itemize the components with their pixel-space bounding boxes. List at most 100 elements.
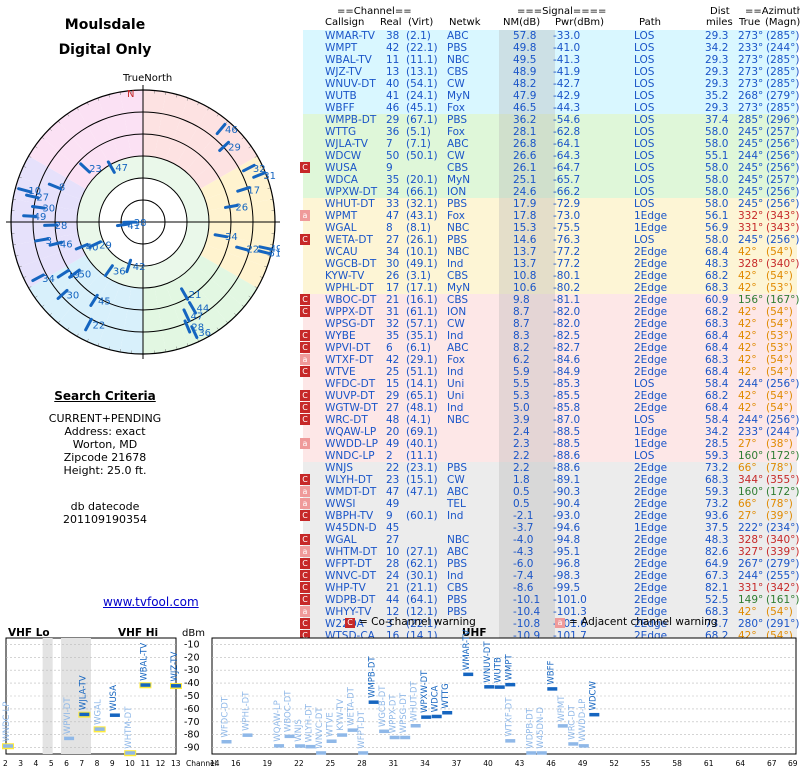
table-row[interactable]: WGAL 8 (8.1) NBC 15.3 -75.5 1Edge 56.9 331° (343°… [303,222,799,234]
spectrum-bar[interactable] [400,735,411,740]
spectrum-bar[interactable] [557,724,568,728]
spectrum-bar[interactable] [284,734,295,739]
spectrum-bar[interactable] [94,727,105,731]
spectrum-bar[interactable] [326,739,337,743]
table-row[interactable]: WNUV-DT 40 (54.1) CW 48.2 -42.7 LOS 29.3 273° (28… [303,78,799,90]
table-row[interactable]: WMAR-TV 38 (2.1) ABC 57.8 -33.0 LOS 29.3 273° (28… [303,30,799,42]
table-row[interactable]: WPHL-DT 17 (17.1) MyN 10.6 -80.2 2Edge 68.3 42° (… [303,282,797,294]
table-row[interactable]: WTTG 36 (5.1) Fox 28.1 -62.8 LOS 58.0 245° (257°) [303,126,799,138]
table-row[interactable]: WJLA-TV 7 (7.1) ABC 26.8 -64.1 LOS 58.0 245° (256… [303,138,799,150]
distance-cell: 28.5 [705,438,729,450]
spectrum-bar[interactable] [463,672,474,677]
magnetic-azimuth-cell: (355°) [766,474,800,486]
table-row[interactable]: WNDC-LP 2 (11.1) 2.2 -88.6 LOS 59.3 160° (172°) [303,450,799,462]
spectrum-bar[interactable] [526,751,537,755]
spectrum-bar[interactable] [505,739,516,743]
noise-margin-cell: 48.9 [513,66,537,78]
table-row[interactable]: WGAL 27 NBC -4.0 -94.8 2Edge 48.3 328° (340°) C [300,534,799,546]
table-row[interactable]: WLYH-DT 23 (15.1) CW 1.8 -89.1 2Edge 68.3 344° (3… [300,474,800,486]
table-row[interactable]: WNVC-DT 24 (30.1) Ind -7.4 -98.3 2Edge 67.3 244°… [300,570,799,582]
table-row[interactable]: WUVP-DT 29 (65.1) Uni 5.3 -85.5 2Edge 68.2 42° (5… [300,390,797,402]
table-row[interactable]: KYW-TV 26 (3.1) CBS 10.8 -80.1 2Edge 68.2 42° (54… [303,270,797,282]
table-row[interactable]: WPMT 47 (43.1) Fox 17.8 -73.0 1Edge 56.1 332° (34… [300,210,799,222]
table-row[interactable]: WFDC-DT 15 (14.1) Uni 5.5 -85.3 LOS 58.4 244° (25… [303,378,799,390]
table-row[interactable]: WYBE 35 (35.1) Ind 8.3 -82.5 2Edge 68.4 42° (53°)… [300,330,797,342]
spectrum-bar[interactable] [547,687,558,691]
spectrum-bar[interactable] [379,729,390,734]
spectrum-bar[interactable] [3,744,13,748]
table-row[interactable]: WFPT-DT 28 (62.1) PBS -6.0 -96.8 2Edge 64.9 267°… [300,558,799,570]
spectrum-bar-label: WPHL-DT [242,691,252,731]
table-row[interactable]: WWDD-LP 49 (40.1) 2.3 -88.5 1Edge 28.5 27° (38°)… [300,438,797,450]
spectrum-bar[interactable] [505,682,516,687]
table-row[interactable]: WMDT-DT 47 (47.1) ABC 0.5 -90.3 2Edge 59.3 160°(… [300,486,799,498]
spectrum-bar[interactable] [484,685,495,689]
spectrum-bar[interactable] [568,742,579,746]
table-row[interactable]: WQAW-LP 20 (69.1) 2.4 -88.5 1Edge 34.2 233° (244… [303,426,799,438]
noise-margin-cell: 17.8 [513,210,537,222]
spectrum-bar[interactable] [442,710,453,715]
table-row[interactable]: WGTW-DT 27 (48.1) Ind 5.0 -85.8 2Edge 68.4 42° (5… [300,402,797,414]
spectrum-bar[interactable] [316,751,327,755]
spectrum-bar[interactable] [578,744,589,748]
spectrum-bar[interactable] [421,715,432,719]
table-row[interactable]: WHUT-DT 33 (32.1) PBS 17.9 -72.9 LOS 58.0 245° (2… [303,198,799,210]
table-row[interactable]: WDPB-DT 44 (64.1) PBS -10.1 -101.0 2Edge 52.5 14… [300,594,799,606]
spectrum-bar[interactable] [347,728,358,732]
spectrum-bar[interactable] [368,700,379,704]
spectrum-bar[interactable] [536,751,547,755]
spectrum-bar[interactable] [337,733,348,737]
table-row[interactable]: WDCA 35 (20.1) MyN 25.1 -65.7 LOS 58.0 245° (257°… [303,174,799,186]
power-cell: -73.0 [553,210,581,222]
spectrum-bar[interactable] [358,751,369,755]
table-row[interactable]: WBFF 46 (45.1) Fox 46.5 -44.3 LOS 29.3 273° (285°… [303,102,799,114]
table-row[interactable]: WRC-DT 48 (4.1) NBC 3.9 -87.0 LOS 58.4 244° (256°… [300,414,799,426]
spectrum-bar[interactable] [589,712,600,717]
table-row[interactable]: WGCB-DT 30 (49.1) Ind 13.7 -77.2 2Edge 48.3 328°… [303,258,799,270]
spectrum-bar[interactable] [221,739,232,744]
spectrum-bar[interactable] [295,744,306,748]
table-row[interactable]: WHP-TV 21 (21.1) CBS -8.6 -99.5 2Edge 82.1 331°(… [300,582,799,594]
power-cell: -80.1 [553,270,581,282]
spectrum-bar[interactable] [410,724,421,728]
table-row[interactable]: WETA-DT 27 (26.1) PBS 14.6 -76.3 LOS 58.0 245° (2… [300,234,799,246]
path-cell: LOS [634,78,655,90]
table-row[interactable]: WCAU 34 (10.1) NBC 13.7 -77.2 2Edge 68.4 42° (54°… [303,246,797,258]
true-azimuth-cell: 42° [738,318,757,330]
spectrum-bar[interactable] [305,744,316,749]
spectrum-bar[interactable] [125,751,136,755]
table-row[interactable]: WHTM-DT 10 (27.1) ABC -4.3 -95.1 2Edge 82.6 327°… [300,546,799,558]
spectrum-bar[interactable] [79,712,90,717]
spectrum-bar[interactable] [64,736,75,741]
table-row[interactable]: WBOC-DT 21 (16.1) CBS 9.8 -81.1 2Edge 60.9 156°(… [300,294,799,306]
table-row[interactable]: WTXF-DT 42 (29.1) Fox 6.2 -84.6 2Edge 68.3 42° (5… [300,354,797,366]
table-row[interactable]: WPSG-DT 32 (57.1) CW 8.7 -82.0 2Edge 68.3 42° (54… [303,318,797,330]
tvfool-link[interactable]: www.tvfool.com [103,591,199,610]
magnetic-azimuth-cell: (78°) [766,498,793,510]
table-row[interactable]: WDCW 50 (50.1) CW 26.6 -64.3 LOS 55.1 244° (256°) [303,150,799,162]
spectrum-bar[interactable] [140,683,151,687]
table-row[interactable]: WBAL-TV 11 (11.1) NBC 49.5 -41.3 LOS 29.3 273° (2… [303,54,799,66]
table-row[interactable]: WTVE 25 (51.1) Ind 5.9 -84.9 2Edge 68.4 42° (54°)… [300,366,797,378]
table-row[interactable]: W45DN-D 45 -3.7 -94.6 1Edge 37.5 222° (234°) [303,522,799,534]
spectrum-bar[interactable] [274,744,285,748]
table-row[interactable]: WBPH-TV 9 (60.1) Ind -2.1 -93.0 2Edge 93.6 27° (3… [300,510,797,522]
spectrum-bar[interactable] [431,714,442,719]
table-row[interactable]: WUTB 41 (24.1) MyN 47.9 -42.9 LOS 35.2 268° (279°… [303,90,799,102]
table-row[interactable]: WJZ-TV 13 (13.1) CBS 48.9 -41.9 LOS 29.3 273° (28… [303,66,799,78]
table-row[interactable]: WNJS 22 (23.1) PBS 2.2 -88.6 2Edge 73.2 66° (78°) [303,462,797,474]
spectrum-bar[interactable] [494,685,505,689]
spectrum-bar[interactable] [242,733,253,737]
spectrum-bar[interactable] [109,713,120,717]
spectrum-bar-label: WJZ-TV [170,651,180,681]
spectrum-bar[interactable] [389,735,400,740]
table-row[interactable]: WPPX-DT 31 (61.1) ION 8.7 -82.0 2Edge 68.2 42° (5… [300,306,797,318]
table-row[interactable]: WMPB-DT 29 (67.1) PBS 36.2 -54.6 LOS 37.4 285° (2… [303,114,799,126]
table-row[interactable]: WPXW-DT 34 (66.1) ION 24.6 -66.2 LOS 58.0 245° (2… [303,186,799,198]
distance-cell: 58.0 [705,234,729,246]
table-row[interactable]: WPVI-DT 6 (6.1) ABC 8.2 -82.7 2Edge 68.4 42° (53°… [300,342,797,354]
table-row[interactable]: WMPT 42 (22.1) PBS 49.8 -41.0 LOS 34.2 233° (244°… [303,42,799,54]
table-row[interactable]: WUSA 9 CBS 26.1 -64.7 LOS 58.0 245° (256°) C [300,162,799,174]
spectrum-bar[interactable] [171,684,181,688]
table-row[interactable]: WWSI 49 TEL 0.5 -90.4 2Edge 73.2 66° (78°) a [300,498,797,510]
